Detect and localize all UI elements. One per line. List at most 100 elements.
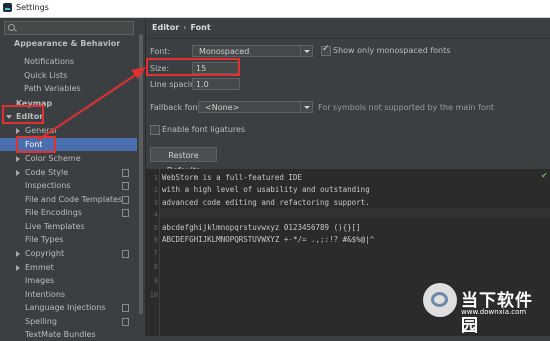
sidebar-item-label: TextMate Bundles [25, 330, 96, 339]
sidebar-item-label: Images [25, 276, 55, 285]
project-settings-icon [122, 182, 129, 190]
sidebar-item-live-templates[interactable]: Live Templates [0, 220, 137, 233]
project-settings-icon [122, 318, 129, 326]
sidebar-item-label: Live Templates [25, 222, 85, 231]
ligatures-label: Enable font ligatures [162, 125, 246, 134]
sidebar-item-textmate-bundles[interactable]: TextMate Bundles [0, 328, 137, 341]
sidebar-item-intentions[interactable]: Intentions [0, 288, 137, 301]
sidebar-item-file-types[interactable]: File Types [0, 233, 137, 246]
line-number: 10 [149, 291, 158, 299]
line-spacing-field[interactable]: 1.0 [192, 78, 240, 90]
collapse-arrow-icon[interactable] [16, 265, 20, 271]
search-icon [8, 24, 15, 31]
check-icon: ✔ [541, 171, 548, 180]
line-number: 9 [153, 277, 158, 285]
sidebar-item-label: Inspections [25, 181, 71, 190]
sidebar-item-label: Intentions [25, 290, 66, 299]
line-number: 3 [153, 199, 158, 207]
fallback-font-hint: For symbols not supported by the main fo… [318, 103, 495, 112]
sidebar-item-label: Code Style [25, 168, 69, 177]
preview-line: WebStorm is a full-featured IDE [162, 173, 302, 182]
monospaced-only-label: Show only monospaced fonts [333, 46, 451, 55]
sidebar-item-label: File Encodings [25, 208, 82, 217]
watermark: 当下软件园 www.downxia.com [423, 283, 543, 336]
chevron-down-icon [300, 46, 312, 56]
sidebar-item-path-variables[interactable]: Path Variables [0, 82, 137, 95]
restore-defaults-button[interactable]: Restore Defaults [150, 147, 217, 175]
watermark-logo-icon [423, 283, 457, 317]
project-settings-icon [122, 304, 129, 312]
sidebar-item-notifications[interactable]: Notifications [0, 55, 137, 68]
ligatures-checkbox[interactable] [150, 125, 160, 135]
font-select[interactable]: Monospaced [192, 45, 313, 57]
title-bar: Settings [0, 0, 550, 18]
gutter-divider [159, 169, 160, 336]
line-spacing-value: 1.0 [196, 80, 209, 89]
annotation-font-box [16, 136, 56, 153]
sidebar-item-label: Notifications [24, 57, 75, 66]
breadcrumb-current: Font [190, 23, 211, 32]
line-number: 2 [153, 186, 158, 194]
sidebar-item-quick-lists[interactable]: Quick Lists [0, 69, 137, 82]
font-label: Font: [150, 47, 171, 56]
breadcrumb-separator: › [183, 23, 187, 32]
sidebar-item-label: Color Scheme [25, 154, 81, 163]
breadcrumb: Editor › Font [152, 23, 211, 32]
sidebar-item-language-injections[interactable]: Language Injections [0, 301, 137, 314]
sidebar-item-copyright[interactable]: Copyright [0, 247, 137, 260]
line-number: 7 [153, 249, 158, 257]
sidebar-item-label: Spelling [25, 317, 57, 326]
sidebar-item-label: Path Variables [24, 84, 81, 93]
monospaced-only-checkbox[interactable] [321, 44, 331, 56]
chevron-down-icon [300, 102, 312, 112]
fallback-font-select[interactable]: <None> [198, 101, 313, 113]
sidebar-scrollbar-thumb[interactable] [139, 34, 143, 314]
current-line-highlight [160, 208, 550, 217]
app-icon [3, 3, 12, 12]
annotation-editor-box [2, 105, 44, 124]
watermark-url: www.downxia.com [461, 308, 527, 316]
sidebar-item-label: Language Injections [25, 303, 106, 312]
preview-line: with a high level of usability and outst… [162, 185, 370, 194]
sidebar-item-label: Appearance & Behavior [14, 39, 121, 48]
line-number: 5 [153, 224, 158, 232]
fallback-font-label: Fallback font: [150, 103, 204, 112]
settings-sidebar: Appearance & Behavior Notifications Quic… [0, 18, 146, 339]
collapse-arrow-icon[interactable] [16, 251, 20, 257]
font-select-value: Monospaced [199, 47, 250, 56]
sidebar-item-images[interactable]: Images [0, 274, 137, 287]
line-number: 8 [153, 263, 158, 271]
sidebar-item-label: File Types [25, 235, 64, 244]
project-settings-icon [122, 169, 129, 177]
line-number: 1 [153, 174, 158, 182]
project-settings-icon [122, 196, 129, 204]
sidebar-item-color-scheme[interactable]: Color Scheme [0, 152, 137, 165]
project-settings-icon [122, 250, 129, 258]
preview-line: ABCDEFGHIJKLMNOPQRSTUVWXYZ +-*/= .,;:!? … [162, 235, 375, 244]
sidebar-item-emmet[interactable]: Emmet [0, 261, 137, 274]
line-number: 4 [153, 211, 158, 219]
header-divider [146, 38, 550, 39]
sidebar-item-label: File and Code Templates [25, 195, 123, 204]
fallback-font-value: <None> [205, 103, 240, 112]
collapse-arrow-icon[interactable] [16, 128, 20, 134]
collapse-arrow-icon[interactable] [16, 170, 20, 176]
project-settings-icon [122, 209, 129, 217]
breadcrumb-parent[interactable]: Editor [152, 23, 179, 32]
preview-line: advanced code editing and refactoring su… [162, 198, 370, 207]
search-input[interactable] [4, 21, 134, 35]
preview-line: abcdefghijklmnopqrstuvwxyz 0123456789 ()… [162, 223, 361, 232]
sidebar-item-inspections[interactable]: Inspections [0, 179, 137, 192]
line-number: 6 [153, 236, 158, 244]
sidebar-item-file-code-templates[interactable]: File and Code Templates [0, 193, 137, 206]
sidebar-item-file-encodings[interactable]: File Encodings [0, 206, 137, 219]
sidebar-item-code-style[interactable]: Code Style [0, 166, 137, 179]
sidebar-item-appearance-behavior[interactable]: Appearance & Behavior [0, 37, 137, 50]
sidebar-item-label: Emmet [25, 263, 54, 272]
collapse-arrow-icon[interactable] [16, 156, 20, 162]
window-title: Settings [16, 3, 49, 12]
sidebar-item-spelling[interactable]: Spelling [0, 315, 137, 328]
sidebar-item-label: Copyright [25, 249, 65, 258]
annotation-size-box [146, 58, 240, 76]
sidebar-item-label: Quick Lists [24, 71, 68, 80]
